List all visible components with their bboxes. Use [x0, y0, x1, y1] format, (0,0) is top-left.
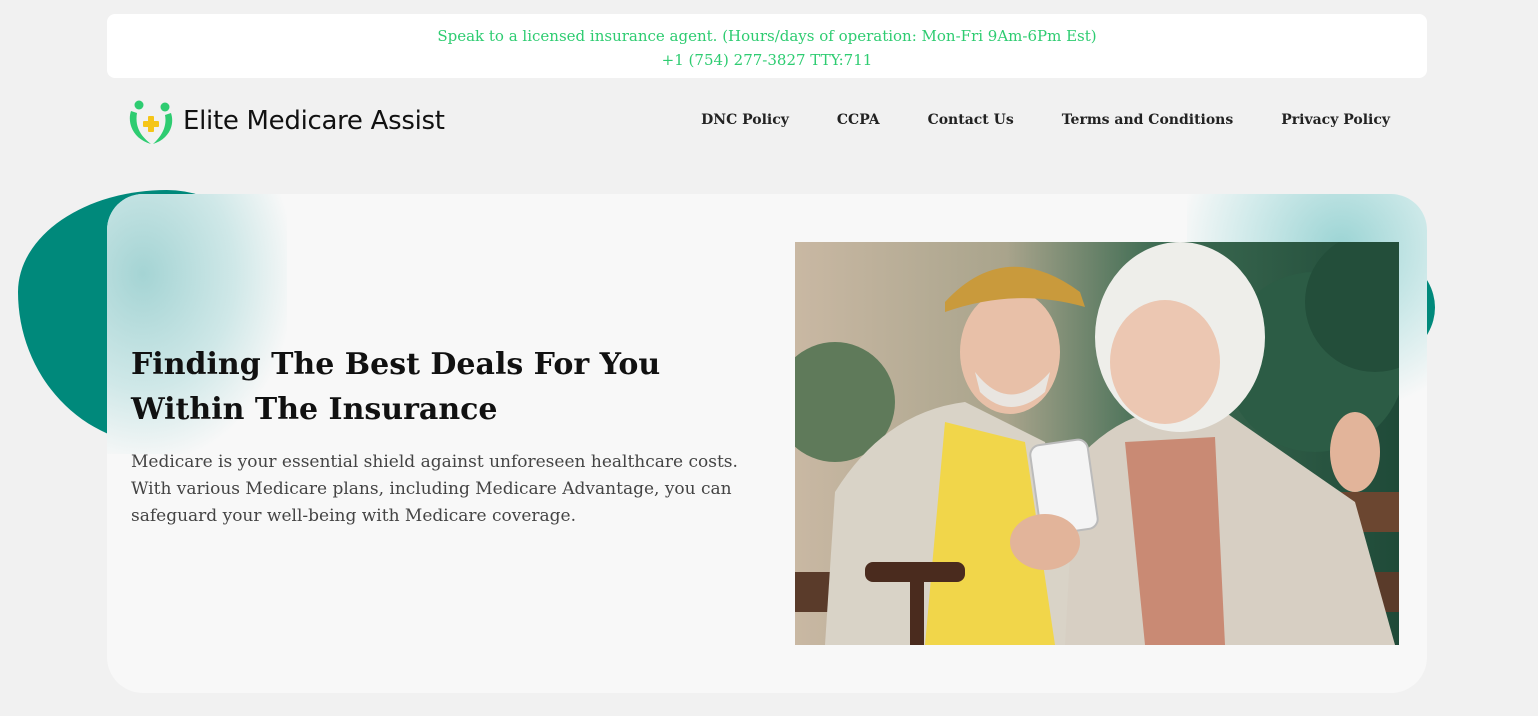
nav-dnc-policy[interactable]: DNC Policy	[701, 112, 789, 128]
hero-description: Medicare is your essential shield agains…	[131, 452, 738, 526]
announcement-hours: Speak to a licensed insurance agent. (Ho…	[437, 27, 1097, 45]
people-cross-icon	[129, 100, 173, 144]
hero-photo-seniors-with-phone	[795, 242, 1399, 645]
nav-contact-us[interactable]: Contact Us	[928, 112, 1014, 128]
announcement-phone[interactable]: +1 (754) 277-3827 TTY:711	[107, 48, 1427, 72]
site-logo[interactable]: Elite Medicare Assist	[125, 95, 445, 147]
brand-name: Elite Medicare Assist	[183, 106, 445, 136]
hero-section: Finding The Best Deals For You Within Th…	[107, 194, 1427, 693]
hero-title: Finding The Best Deals For You Within Th…	[131, 347, 661, 427]
nav-ccpa[interactable]: CCPA	[837, 112, 880, 128]
nav-terms-and-conditions[interactable]: Terms and Conditions	[1062, 112, 1234, 128]
nav-privacy-policy[interactable]: Privacy Policy	[1281, 112, 1390, 128]
main-nav: DNC Policy CCPA Contact Us Terms and Con…	[653, 112, 1390, 128]
announcement-bar: Speak to a licensed insurance agent. (Ho…	[107, 14, 1427, 78]
